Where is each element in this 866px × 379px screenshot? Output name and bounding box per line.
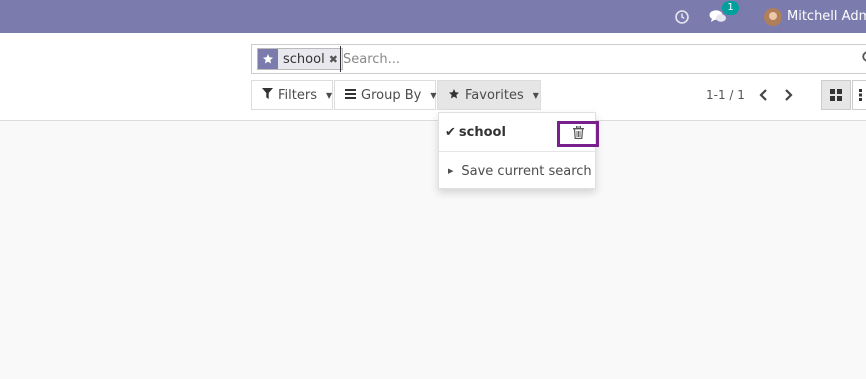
clock-icon[interactable] bbox=[675, 0, 689, 33]
caret-down-icon: ▼ bbox=[430, 90, 437, 100]
favorite-item-label: school bbox=[458, 124, 506, 140]
search-facet: school ✖ bbox=[257, 48, 343, 70]
save-current-search-label: Save current search bbox=[461, 163, 592, 179]
delete-favorite-button[interactable] bbox=[557, 121, 599, 147]
top-navbar: 1 Mitchell Admi bbox=[0, 0, 866, 33]
group-by-button[interactable]: Group By ▼ bbox=[334, 80, 436, 110]
caret-down-icon: ▼ bbox=[325, 90, 333, 100]
caret-down-icon: ▼ bbox=[532, 90, 539, 100]
user-menu[interactable]: Mitchell Admi bbox=[764, 0, 866, 33]
facet-value: school bbox=[283, 51, 325, 67]
favorites-button[interactable]: Favorites ▼ bbox=[437, 80, 541, 110]
caret-right-icon: ▶ bbox=[448, 167, 454, 175]
search-icon[interactable] bbox=[862, 51, 866, 68]
control-panel: school ✖ Filters ▼ Group By ▼ Favorites … bbox=[0, 33, 866, 121]
favorites-label: Favorites bbox=[465, 87, 524, 103]
kanban-view-icon[interactable] bbox=[821, 80, 851, 110]
star-icon bbox=[258, 49, 278, 69]
chevron-left-icon[interactable] bbox=[758, 80, 768, 110]
filter-icon bbox=[262, 88, 273, 102]
filters-label: Filters bbox=[278, 87, 317, 103]
group-by-label: Group By bbox=[361, 87, 422, 103]
list-icon bbox=[345, 88, 356, 102]
check-icon: ✔ bbox=[445, 124, 456, 140]
trash-icon bbox=[572, 125, 584, 143]
save-current-search-item[interactable]: ▶ Save current search bbox=[439, 159, 595, 183]
search-input[interactable] bbox=[340, 46, 840, 72]
star-icon bbox=[448, 88, 460, 103]
search-box: school ✖ bbox=[251, 44, 866, 74]
list-view-icon[interactable] bbox=[852, 80, 866, 110]
user-name: Mitchell Admi bbox=[787, 9, 866, 24]
dropdown-divider bbox=[439, 151, 595, 152]
filters-button[interactable]: Filters ▼ bbox=[251, 80, 333, 110]
pager-value[interactable]: 1-1 / 1 bbox=[706, 80, 745, 110]
chat-badge: 1 bbox=[722, 1, 739, 15]
chevron-right-icon[interactable] bbox=[784, 80, 794, 110]
avatar bbox=[764, 7, 782, 26]
